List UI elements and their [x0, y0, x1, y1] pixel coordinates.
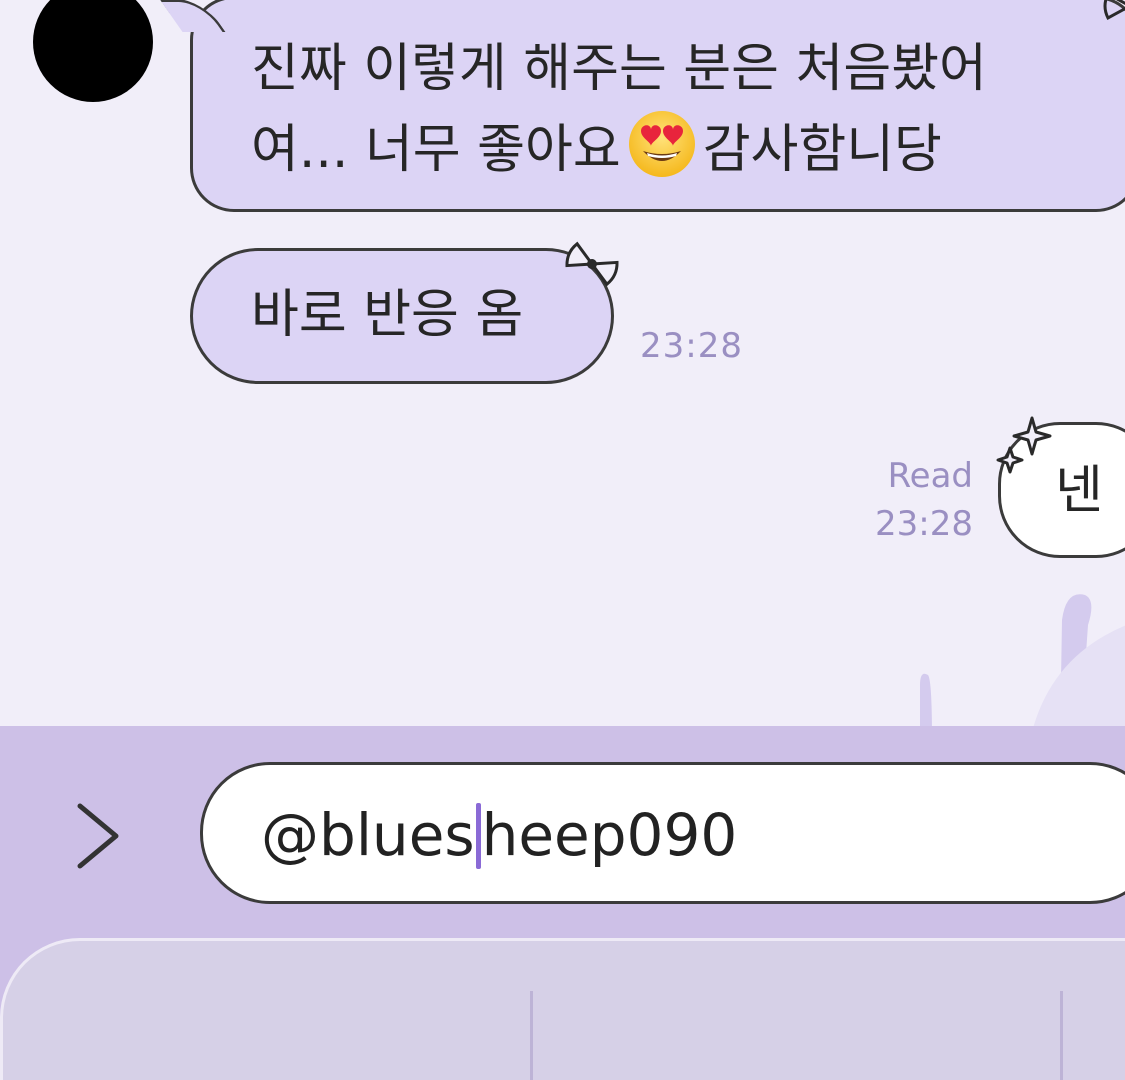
message-text-line: 진짜 이렇게 해주는 분은 처음봤어: [251, 39, 987, 99]
message-text: 바로 반응 옴: [251, 285, 524, 345]
heart-eyes-emoji-icon: [628, 111, 695, 177]
ribbon-icon: [1103, 0, 1125, 21]
message-text: 감사함니당: [702, 120, 942, 180]
read-receipt: Read 23:28: [875, 452, 973, 548]
incoming-message-bubble[interactable]: 진짜 이렇게 해주는 분은 처음봤어 여... 너무 좋아요 감사함니당: [159, 0, 1125, 212]
chevron-right-icon[interactable]: [70, 796, 126, 876]
message-text-line: 여... 너무 좋아요 감사함니당: [251, 109, 1125, 190]
keyboard-divider: [530, 991, 533, 1080]
keyboard-divider: [1060, 991, 1063, 1080]
incoming-message-bubble[interactable]: 바로 반응 옴: [190, 248, 614, 384]
message-timestamp: 23:28: [875, 504, 973, 544]
message-timestamp: 23:28: [640, 326, 743, 366]
chat-area[interactable]: 진짜 이렇게 해주는 분은 처음봤어 여... 너무 좋아요 감사함니당 바로 …: [0, 0, 1125, 726]
message-text: 넨: [1055, 461, 1103, 521]
background-decoration: [920, 594, 1125, 726]
keyboard: [0, 938, 1125, 1080]
input-text: heep090: [481, 801, 738, 869]
message-input[interactable]: @blues heep090: [200, 762, 1125, 904]
sparkle-icon: [996, 416, 1052, 474]
read-status: Read: [887, 456, 973, 496]
avatar[interactable]: [33, 0, 153, 102]
text-caret: [475, 803, 481, 869]
keyboard-panel[interactable]: [0, 938, 1125, 1080]
input-text: @blues: [261, 801, 475, 869]
bubble-tail: [159, 0, 226, 32]
message-text: 여... 너무 좋아요: [251, 120, 621, 180]
